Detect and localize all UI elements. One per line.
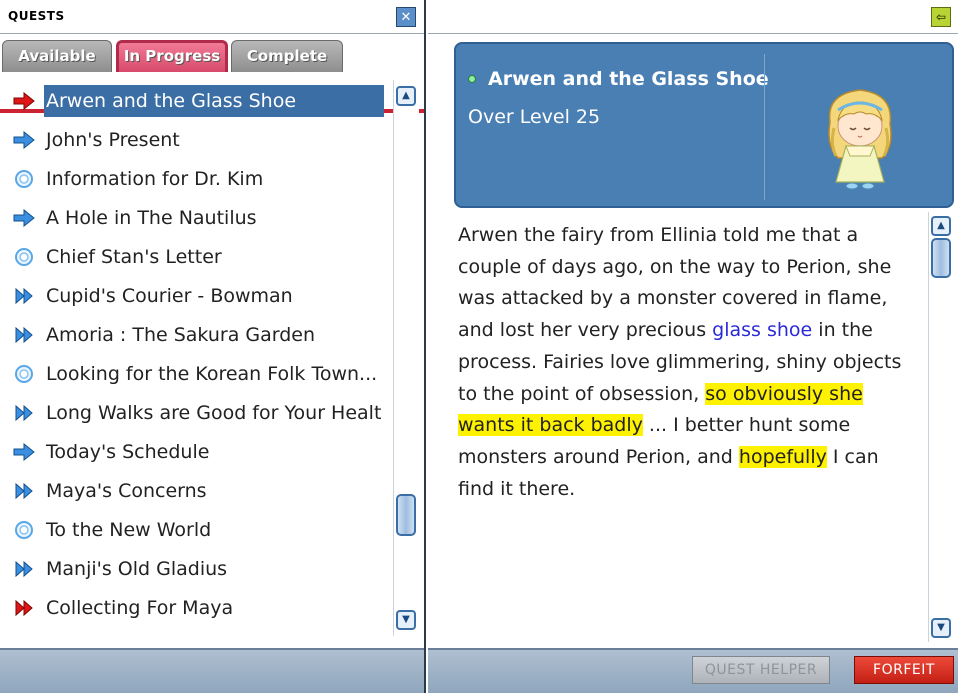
quest-item-nautilus[interactable]: A Hole in The Nautilus [12,201,392,235]
blue-double-arrow-icon [12,284,36,308]
close-icon[interactable]: ✕ [396,7,416,27]
blue-ring-icon [12,362,36,386]
blue-arrow-icon [12,440,36,464]
quest-item-label: To the New World [46,519,212,541]
quest-item-manji[interactable]: Manji's Old Gladius [12,552,392,586]
quest-item-arwen[interactable]: Arwen and the Glass Shoe [12,84,392,118]
quest-item-label: Arwen and the Glass Shoe [44,85,384,117]
quest-item-johns-present[interactable]: John's Present [12,123,392,157]
header-divider [764,54,765,200]
blue-arrow-icon [12,128,36,152]
quest-item-label: Information for Dr. Kim [46,168,264,190]
blue-ring-icon [12,245,36,269]
red-arrow-icon [12,89,36,113]
quest-item-label: Amoria : The Sakura Garden [46,324,316,346]
quest-list-panel: QUESTS ✕ Available In Progress Complete … [0,0,426,693]
tab-in-progress[interactable]: In Progress [116,40,228,72]
quest-description-area: Arwen the fairy from Ellinia told me tha… [454,212,924,642]
scroll-down-icon[interactable]: ▼ [396,610,416,630]
left-footer-bar [0,648,424,693]
blue-ring-icon [12,167,36,191]
description-scrollbar[interactable]: ▲ ▼ [928,212,954,642]
scroll-up-icon[interactable]: ▲ [396,86,416,106]
blue-double-arrow-icon [12,557,36,581]
quest-description: Arwen the fairy from Ellinia told me tha… [458,220,918,505]
tab-available[interactable]: Available [2,40,112,72]
quest-title: Arwen and the Glass Shoe [488,68,769,90]
blue-ring-icon [12,518,36,542]
quest-item-new-world[interactable]: To the New World [12,513,392,547]
fairy-portrait-icon [808,82,912,194]
quest-item-label: A Hole in The Nautilus [46,207,257,229]
right-footer-bar: QUEST HELPER FORFEIT [428,648,958,693]
quest-item-label: Long Walks are Good for Your Healt [46,402,382,424]
window-title: QUESTS [8,9,65,23]
tab-complete[interactable]: Complete [231,40,343,72]
glass-shoe-link[interactable]: glass shoe [712,319,812,341]
detail-titlebar: ⇦ [428,0,958,34]
quest-item-korean-folk-town[interactable]: Looking for the Korean Folk Town... [12,357,392,391]
scroll-thumb[interactable] [396,494,416,536]
quest-item-label: Manji's Old Gladius [46,558,228,580]
scroll-thumb[interactable] [931,238,951,278]
scroll-down-icon[interactable]: ▼ [931,618,951,638]
forfeit-button[interactable]: FORFEIT [854,656,954,684]
quest-level-requirement: Over Level 25 [468,106,601,128]
back-arrow-icon[interactable]: ⇦ [931,7,951,27]
scroll-up-icon[interactable]: ▲ [931,216,951,236]
quest-item-chief-stan[interactable]: Chief Stan's Letter [12,240,392,274]
quest-item-label: Maya's Concerns [46,480,207,502]
status-dot-icon [468,75,476,83]
quest-item-collecting-for-maya[interactable]: Collecting For Maya [12,591,392,625]
quest-item-todays-schedule[interactable]: Today's Schedule [12,435,392,469]
quest-window-titlebar[interactable]: QUESTS ✕ [0,0,424,34]
quest-detail-panel: ⇦ Arwen and the Glass Shoe Over Level 25 [428,0,958,693]
quest-item-cupid[interactable]: Cupid's Courier - Bowman [12,279,392,313]
quest-header-card: Arwen and the Glass Shoe Over Level 25 [454,42,954,208]
quest-helper-button[interactable]: QUEST HELPER [692,656,830,684]
quest-list-scrollbar[interactable]: ▲ ▼ [393,80,419,636]
blue-arrow-icon [12,206,36,230]
blue-double-arrow-icon [12,479,36,503]
quest-list: Arwen and the Glass Shoe John's Present … [0,80,392,640]
blue-double-arrow-icon [12,323,36,347]
quest-item-label: Collecting For Maya [46,597,234,619]
highlighted-text: hopefully [738,445,827,468]
quest-item-label: Cupid's Courier - Bowman [46,285,293,307]
quest-item-mayas-concerns[interactable]: Maya's Concerns [12,474,392,508]
quest-item-label: John's Present [46,129,180,151]
blue-double-arrow-icon [12,401,36,425]
quest-item-label: Looking for the Korean Folk Town... [46,363,378,385]
quest-item-dr-kim[interactable]: Information for Dr. Kim [12,162,392,196]
quest-item-label: Today's Schedule [46,441,210,463]
quest-item-long-walks[interactable]: Long Walks are Good for Your Healt [12,396,392,430]
quest-item-amoria[interactable]: Amoria : The Sakura Garden [12,318,392,352]
red-double-arrow-icon [12,596,36,620]
quest-tabs: Available In Progress Complete [0,38,424,113]
quest-item-label: Chief Stan's Letter [46,246,222,268]
